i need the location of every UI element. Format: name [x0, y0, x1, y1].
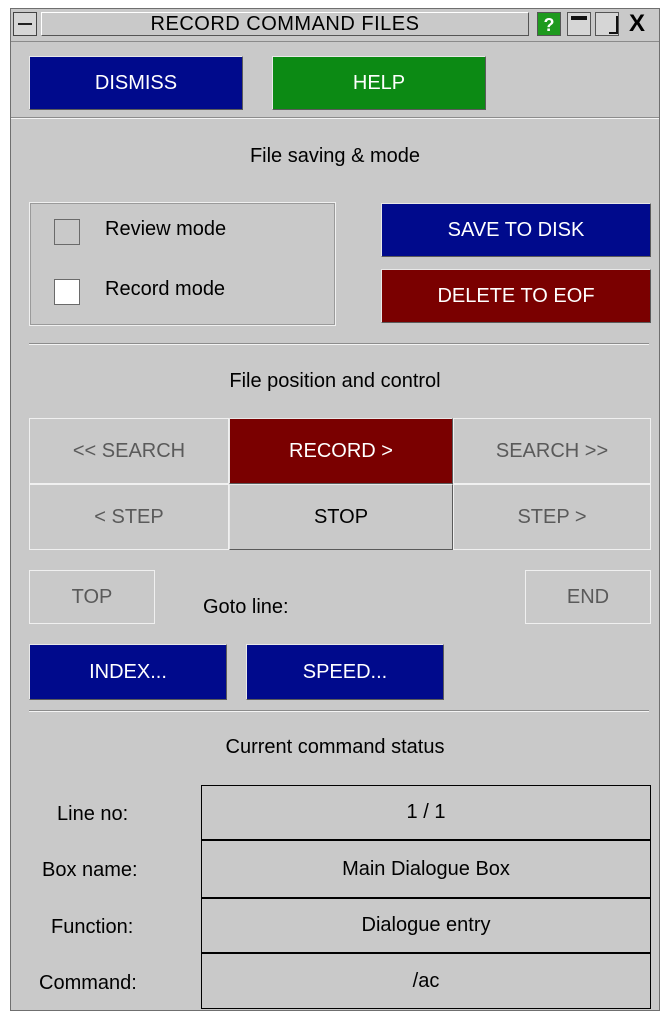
speed-button[interactable]: SPEED... — [246, 644, 444, 700]
function-label: Function: — [51, 916, 134, 938]
line-no-value: 1 / 1 — [201, 785, 651, 840]
search-back-button[interactable]: << SEARCH — [29, 418, 229, 484]
close-icon[interactable]: X — [623, 12, 651, 36]
record-button[interactable]: RECORD > — [229, 418, 453, 484]
title-bar[interactable]: RECORD COMMAND FILES ? X — [11, 9, 659, 42]
maximize-icon[interactable] — [595, 12, 619, 36]
delete-to-eof-button[interactable]: DELETE TO EOF — [381, 269, 651, 323]
review-mode-label: Review mode — [105, 218, 227, 240]
save-to-disk-button[interactable]: SAVE TO DISK — [381, 203, 651, 257]
index-button[interactable]: INDEX... — [29, 644, 227, 700]
divider — [11, 117, 659, 119]
line-no-label: Line no: — [57, 803, 129, 825]
top-button[interactable]: TOP — [29, 570, 155, 624]
command-value: /ac — [201, 953, 651, 1009]
file-position-heading: File position and control — [229, 370, 441, 392]
window-title: RECORD COMMAND FILES — [41, 12, 529, 36]
box-name-value: Main Dialogue Box — [201, 840, 651, 898]
stop-button[interactable]: STOP — [229, 484, 453, 550]
search-forward-button[interactable]: SEARCH >> — [453, 418, 651, 484]
minimize-icon[interactable] — [567, 12, 591, 36]
record-mode-checkbox[interactable] — [54, 279, 80, 305]
divider — [29, 710, 649, 712]
record-mode-label: Record mode — [105, 278, 226, 300]
system-menu-icon[interactable] — [13, 12, 37, 36]
file-saving-heading: File saving & mode — [249, 145, 421, 167]
review-mode-checkbox[interactable] — [54, 219, 80, 245]
end-button[interactable]: END — [525, 570, 651, 624]
goto-line-label: Goto line: — [203, 596, 289, 618]
function-value: Dialogue entry — [201, 898, 651, 953]
command-status-heading: Current command status — [225, 736, 445, 758]
dismiss-button[interactable]: DISMISS — [29, 56, 243, 110]
step-forward-button[interactable]: STEP > — [453, 484, 651, 550]
divider — [29, 343, 649, 345]
step-back-button[interactable]: < STEP — [29, 484, 229, 550]
command-label: Command: — [39, 972, 137, 994]
box-name-label: Box name: — [42, 859, 138, 881]
record-command-files-window: RECORD COMMAND FILES ? X DISMISS HELP Fi… — [10, 8, 660, 1011]
help-icon[interactable]: ? — [537, 12, 561, 36]
help-button[interactable]: HELP — [272, 56, 486, 110]
